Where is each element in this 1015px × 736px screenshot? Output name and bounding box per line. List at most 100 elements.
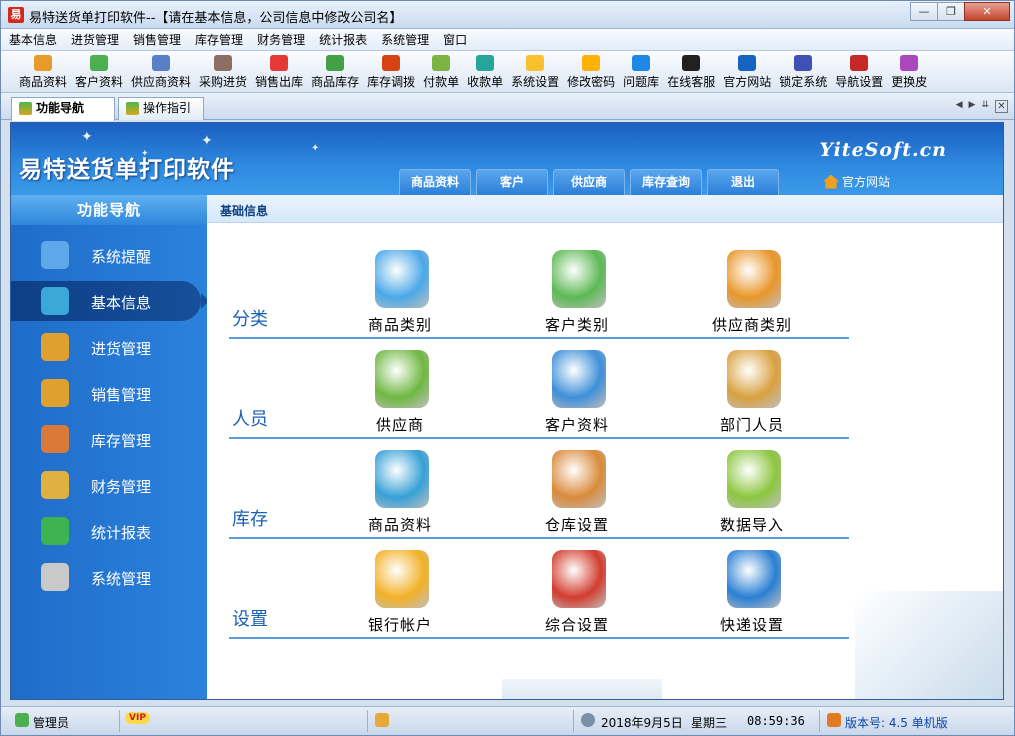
status-time: 08:59:36 (747, 714, 805, 728)
toolbar-label: 商品资料 (19, 75, 68, 89)
top-nav-button[interactable]: 商品资料 (399, 169, 471, 195)
tab-label: 操作指引 (143, 101, 192, 115)
toolbar-button[interactable]: 在线客服 (663, 51, 719, 92)
function-tile[interactable]: 仓库设置 (512, 450, 642, 540)
toolbar-button[interactable]: 系统设置 (507, 51, 563, 92)
menu-item[interactable]: 库存管理 (195, 31, 243, 48)
function-tile[interactable]: 数据导入 (687, 450, 817, 540)
tab-next-icon[interactable]: ▶ (969, 100, 976, 113)
sidebar-item[interactable]: 基本信息 (11, 281, 209, 321)
function-tile[interactable]: 供应商类别 (687, 250, 817, 340)
toolbar-button[interactable]: 问题库 (619, 51, 663, 92)
tab-prev-icon[interactable]: ◀ (956, 100, 963, 113)
top-nav-button[interactable]: 库存查询 (630, 169, 702, 195)
tab-list-icon[interactable]: ⇊ (981, 100, 989, 113)
toolbar-button[interactable]: 官方网站 (719, 51, 775, 92)
tab-strip: 功能导航 操作指引 ◀ ▶ ⇊ ✕ (1, 93, 1014, 121)
toolbar-label: 商品库存 (311, 75, 360, 89)
menu-item[interactable]: 统计报表 (319, 31, 367, 48)
function-tile[interactable]: 银行帐户 (335, 550, 465, 640)
toolbar-button[interactable]: 付款单 (419, 51, 463, 92)
sidebar-item[interactable]: 财务管理 (11, 465, 207, 505)
function-tile-label: 数据导入 (719, 516, 784, 534)
toolbar-button[interactable]: 导航设置 (831, 51, 887, 92)
menu-item[interactable]: 基本信息 (9, 31, 57, 48)
status-version: 版本号: 4.5 单机版 (845, 716, 948, 730)
warehouse-icon (552, 450, 606, 508)
menu-item[interactable]: 进货管理 (71, 31, 119, 48)
close-button[interactable]: ✕ (964, 2, 1010, 21)
toolbar-button[interactable]: 修改密码 (563, 51, 619, 92)
top-nav-button[interactable]: 供应商 (553, 169, 625, 195)
tab-close-icon[interactable]: ✕ (995, 100, 1008, 113)
toolbar-button[interactable]: 库存调拨 (363, 51, 419, 92)
sidebar-item[interactable]: 销售管理 (11, 373, 207, 413)
function-tile[interactable]: 客户资料 (512, 350, 642, 440)
support-icon[interactable] (375, 713, 389, 727)
toolbar-label: 官方网站 (723, 75, 772, 89)
sidebar-item[interactable]: 系统提醒 (11, 235, 207, 275)
top-nav-button[interactable]: 客户 (476, 169, 548, 195)
menu-item[interactable]: 窗口 (443, 31, 467, 48)
tab-guide[interactable]: 操作指引 (118, 97, 204, 120)
toolbar-button[interactable]: 客户资料 (71, 51, 127, 92)
toolbar-label: 系统设置 (511, 75, 560, 89)
toolbar-label: 更换皮 (891, 75, 928, 89)
restore-button[interactable]: ❐ (937, 2, 965, 21)
sparkle-icon: ✦ (311, 143, 320, 154)
official-site-label: 官方网站 (842, 175, 891, 189)
function-tile[interactable]: 商品类别 (335, 250, 465, 340)
official-site-link[interactable]: 官方网站 (823, 173, 890, 190)
toolbar-button[interactable]: 供应商资料 (127, 51, 195, 92)
top-nav-button[interactable]: 退出 (707, 169, 779, 195)
window-title: 易特送货单打印软件--【请在基本信息，公司信息中修改公司名】 (29, 11, 403, 26)
toolbar: 商品资料 客户资料 供应商资料 采购进货 销售出库 商品库存 库存调拨 付款单 收款单 系统设置修… (1, 51, 1014, 93)
sidebar-item[interactable]: 库存管理 (11, 419, 207, 459)
function-tile[interactable]: 供应商 (335, 350, 465, 440)
minimize-button[interactable]: — (910, 2, 938, 21)
function-tile[interactable]: 客户类别 (512, 250, 642, 340)
toolbar-icon (850, 55, 869, 71)
money-bag-icon (375, 550, 429, 608)
toolbar-icon (682, 55, 701, 71)
toolbar-button[interactable]: 采购进货 (195, 51, 251, 92)
keyboard-decoration (855, 591, 1003, 699)
toolbar-button[interactable]: 商品资料 (15, 51, 71, 92)
function-tile-label: 仓库设置 (544, 516, 609, 534)
toolbar-button[interactable]: 商品库存 (307, 51, 363, 92)
home-icon (823, 174, 839, 189)
toolbar-button[interactable]: 收款单 (463, 51, 507, 92)
breadcrumb-bar: 基础信息 (207, 195, 1003, 223)
sidebar-item[interactable]: 进货管理 (11, 327, 207, 367)
function-tile[interactable]: 快递设置 (687, 550, 817, 640)
sidebar-item[interactable]: 系统管理 (11, 557, 207, 597)
function-tile[interactable]: 商品资料 (335, 450, 465, 540)
sidebar-item[interactable]: 统计报表 (11, 511, 207, 551)
sidebar-item-label: 基本信息 (91, 294, 152, 312)
toolbar-label: 修改密码 (567, 75, 616, 89)
app-icon: 易 (8, 7, 24, 23)
toolbar-label: 销售出库 (255, 75, 304, 89)
menu-item[interactable]: 销售管理 (133, 31, 181, 48)
main-panel: 基础信息 分类 商品类别 客户类别 供应商类别 人员 供应商 客户资料 部门人员 库存 商品资料 仓… (207, 195, 1003, 699)
top-nav: 商品资料 客户 供应商 库存查询 退出 (399, 169, 784, 195)
tab-function-nav[interactable]: 功能导航 (11, 97, 115, 121)
toolbar-button[interactable]: 更换皮 (887, 51, 931, 92)
menu-item[interactable]: 系统管理 (381, 31, 429, 48)
toolbar-button[interactable]: 锁定系统 (775, 51, 831, 92)
toolbar-label: 库存调拨 (367, 75, 416, 89)
function-tile[interactable]: 部门人员 (687, 350, 817, 440)
section-label: 分类 (232, 309, 268, 330)
toolbar-icon (632, 55, 651, 71)
function-tile[interactable]: 综合设置 (512, 550, 642, 640)
bar-chart-icon (41, 517, 69, 545)
section-label: 设置 (232, 609, 268, 630)
express-icon (727, 550, 781, 608)
status-date: 2018年9月5日 (601, 716, 683, 730)
toolbar-icon (738, 55, 757, 71)
supplier-person-icon (375, 350, 429, 408)
toolbar-icon (34, 55, 52, 71)
toolbar-button[interactable]: 销售出库 (251, 51, 307, 92)
menu-item[interactable]: 财务管理 (257, 31, 305, 48)
menu-bar: 基本信息 进货管理 销售管理 库存管理 财务管理 统计报表 系统管理 窗口 (1, 29, 1014, 51)
